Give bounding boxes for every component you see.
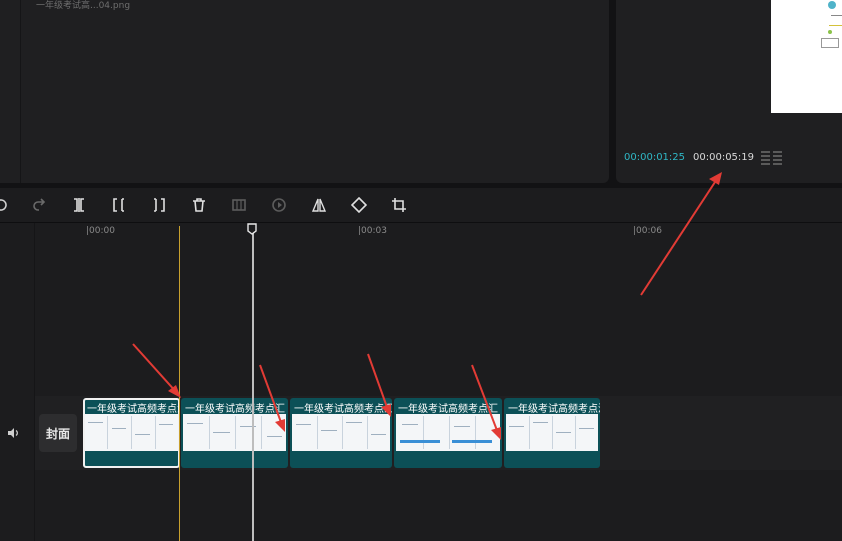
video-clip[interactable]: 一年级考试高频考点汇 [504,398,600,468]
trim-left-icon[interactable] [109,195,129,215]
reverse-icon[interactable] [269,195,289,215]
split-icon[interactable] [69,195,89,215]
video-clip[interactable]: 一年级考试高频考点汇 [83,398,180,468]
redo-icon[interactable] [29,195,49,215]
track-header-divider [34,223,35,541]
cover-button[interactable]: 封面 [39,414,77,452]
playhead-line[interactable] [252,232,254,541]
preview-dot [828,1,836,9]
clip-thumbnail [85,414,178,451]
layout-icon[interactable] [761,150,783,166]
start-marker-line [179,226,180,541]
clip-title: 一年级考试高频考点汇 [508,404,600,415]
media-side-panel [0,0,20,183]
speaker-icon[interactable] [6,426,20,440]
preview-frame [771,0,842,113]
preview-box [821,38,839,48]
mirror-icon[interactable] [309,195,329,215]
ruler-tick-1: |00:03 [358,226,387,236]
video-clip[interactable]: 一年级考试高频考点汇 [394,398,502,468]
clip-thumbnail [292,414,390,451]
video-clip[interactable]: 一年级考试高频考点汇 [290,398,392,468]
media-bin [20,0,609,183]
clip-title: 一年级考试高频考点汇 [185,404,285,415]
clip-thumbnail [506,414,598,451]
ruler-tick-0: |00:00 [86,226,115,236]
clip-title: 一年级考试高频考点汇 [398,404,498,415]
preview-dot-green [828,30,832,34]
clip-title: 一年级考试高频考点汇 [87,404,180,415]
undo-icon[interactable] [0,195,10,215]
ruler-tick-2: |00:06 [633,226,662,236]
delete-icon[interactable] [189,195,209,215]
media-file-name[interactable]: 一年级考试高...04.png [36,0,130,11]
playhead-handle[interactable] [247,223,257,235]
freeze-frame-icon[interactable] [229,195,249,215]
clip-thumbnail [396,414,500,451]
clip-title: 一年级考试高频考点汇 [294,404,392,415]
trim-right-icon[interactable] [149,195,169,215]
timeline[interactable] [0,223,842,541]
video-clip[interactable]: 一年级考试高频考点汇 [181,398,288,468]
total-time: 00:00:05:19 [693,152,755,163]
current-time: 00:00:01:25 [624,152,686,163]
clip-thumbnail [183,414,286,451]
crop-icon[interactable] [389,195,409,215]
rotate-icon[interactable] [349,195,369,215]
